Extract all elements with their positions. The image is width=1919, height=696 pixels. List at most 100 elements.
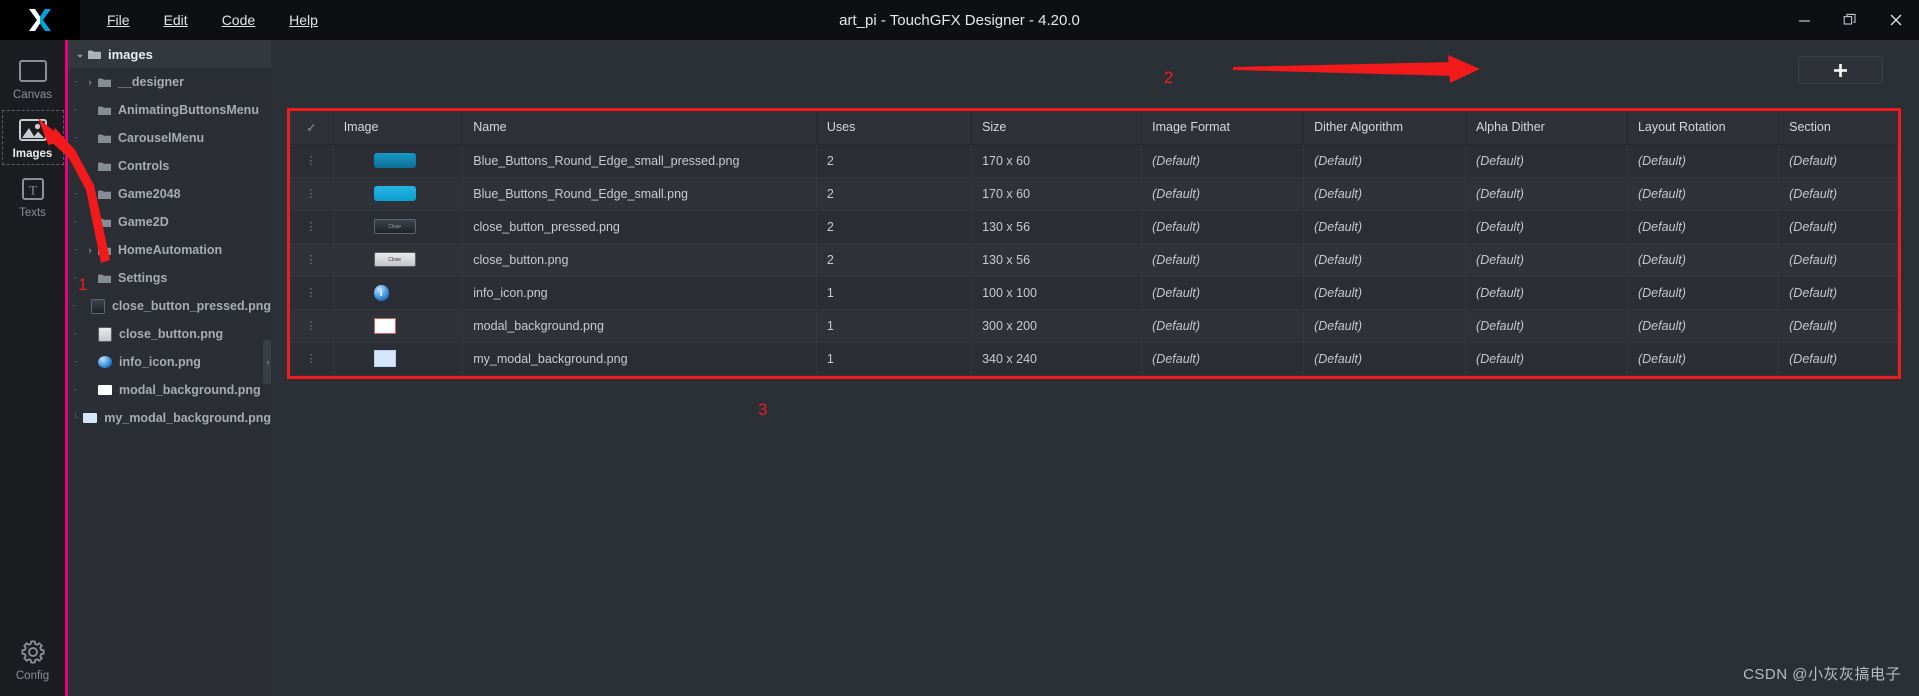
row-name: my_modal_background.png xyxy=(462,342,817,376)
tree-row-root-images[interactable]: ⌄ images xyxy=(68,40,271,68)
panel-splitter[interactable]: ‹ xyxy=(263,40,271,696)
rail-item-images[interactable]: Images xyxy=(1,110,64,165)
minimize-button[interactable] xyxy=(1781,0,1827,40)
row-uses: 1 xyxy=(816,276,973,310)
tree-row-my-modal-background[interactable]: └ my_modal_background.png xyxy=(68,404,271,432)
menu-code[interactable]: Code xyxy=(205,0,272,40)
rail-item-canvas[interactable]: Canvas xyxy=(3,52,63,105)
chevron-down-icon[interactable]: ⌄ xyxy=(72,49,88,60)
row-drag-handle[interactable]: ⋮ xyxy=(290,276,334,310)
tree-row-info-icon[interactable]: ╴ info_icon.png xyxy=(68,348,271,376)
tree-row-homeautomation[interactable]: ╴ › HomeAutomation xyxy=(68,236,271,264)
row-section[interactable]: (Default) xyxy=(1778,276,1898,310)
row-image-format[interactable]: (Default) xyxy=(1141,276,1305,310)
rail-item-texts[interactable]: T Texts xyxy=(3,170,63,223)
tree-row-controls[interactable]: ╴ Controls xyxy=(68,152,271,180)
maximize-button[interactable] xyxy=(1827,0,1873,40)
header-image-format[interactable]: Image Format xyxy=(1141,111,1305,145)
tree-row-modal-background[interactable]: ╴ modal_background.png xyxy=(68,376,271,404)
row-layout-rotation[interactable]: (Default) xyxy=(1627,210,1780,244)
rail-item-config[interactable]: Config xyxy=(0,633,65,692)
tree-label-close-button-pressed: close_button_pressed.png xyxy=(111,299,271,313)
header-name[interactable]: Name xyxy=(462,111,817,145)
menu-help[interactable]: Help xyxy=(272,0,335,40)
row-dither-algorithm[interactable]: (Default) xyxy=(1303,342,1467,376)
header-select-all-checkbox[interactable]: ✓ xyxy=(290,111,334,145)
table-row[interactable]: ⋮ i info_icon.png 1 100 x 100 (Default) … xyxy=(290,276,1898,310)
row-alpha-dither[interactable]: (Default) xyxy=(1465,243,1628,277)
row-image-format[interactable]: (Default) xyxy=(1141,144,1305,178)
menu-file[interactable]: File xyxy=(90,0,147,40)
row-image-format[interactable]: (Default) xyxy=(1141,177,1305,211)
row-layout-rotation[interactable]: (Default) xyxy=(1627,276,1780,310)
header-alpha-dither[interactable]: Alpha Dither xyxy=(1465,111,1628,145)
row-section[interactable]: (Default) xyxy=(1778,144,1898,178)
tree-row-game2d[interactable]: ╴ Game2D xyxy=(68,208,271,236)
row-dither-algorithm[interactable]: (Default) xyxy=(1303,210,1467,244)
header-layout-rotation[interactable]: Layout Rotation xyxy=(1627,111,1780,145)
splitter-collapse-handle[interactable]: ‹ xyxy=(263,340,271,384)
row-thumbnail: Close xyxy=(333,243,464,277)
row-layout-rotation[interactable]: (Default) xyxy=(1627,342,1780,376)
row-layout-rotation[interactable]: (Default) xyxy=(1627,243,1780,277)
chevron-right-icon[interactable]: › xyxy=(82,245,98,255)
row-image-format[interactable]: (Default) xyxy=(1141,309,1305,343)
row-layout-rotation[interactable]: (Default) xyxy=(1627,144,1780,178)
table-row[interactable]: ⋮ Close close_button.png 2 130 x 56 (Def… xyxy=(290,243,1898,277)
tree-row-game2048[interactable]: ╴ Game2048 xyxy=(68,180,271,208)
table-row[interactable]: ⋮ modal_background.png 1 300 x 200 (Defa… xyxy=(290,309,1898,343)
row-alpha-dither[interactable]: (Default) xyxy=(1465,144,1628,178)
row-drag-handle[interactable]: ⋮ xyxy=(290,342,334,376)
row-image-format[interactable]: (Default) xyxy=(1141,342,1305,376)
row-layout-rotation[interactable]: (Default) xyxy=(1627,177,1780,211)
tree-row-close-button-pressed[interactable]: ╴ close_button_pressed.png xyxy=(68,292,271,320)
header-size[interactable]: Size xyxy=(971,111,1143,145)
thumbnail-my-modal-background xyxy=(83,413,98,423)
folder-icon xyxy=(98,162,111,171)
row-section[interactable]: (Default) xyxy=(1778,243,1898,277)
tree-row-close-button[interactable]: ╴ close_button.png xyxy=(68,320,271,348)
folder-icon xyxy=(88,50,101,59)
tree-row-carouselmenu[interactable]: ╴ CarouselMenu xyxy=(68,124,271,152)
row-name: close_button.png xyxy=(462,243,817,277)
row-alpha-dither[interactable]: (Default) xyxy=(1465,276,1628,310)
row-dither-algorithm[interactable]: (Default) xyxy=(1303,309,1467,343)
header-dither-algorithm[interactable]: Dither Algorithm xyxy=(1303,111,1467,145)
row-section[interactable]: (Default) xyxy=(1778,309,1898,343)
row-dither-algorithm[interactable]: (Default) xyxy=(1303,177,1467,211)
row-image-format[interactable]: (Default) xyxy=(1141,243,1305,277)
table-row[interactable]: ⋮ Blue_Buttons_Round_Edge_small_pressed.… xyxy=(290,144,1898,178)
add-image-button[interactable] xyxy=(1798,56,1883,84)
row-dither-algorithm[interactable]: (Default) xyxy=(1303,276,1467,310)
row-drag-handle[interactable]: ⋮ xyxy=(290,177,334,211)
row-drag-handle[interactable]: ⋮ xyxy=(290,144,334,178)
row-section[interactable]: (Default) xyxy=(1778,177,1898,211)
row-layout-rotation[interactable]: (Default) xyxy=(1627,309,1780,343)
header-image[interactable]: Image xyxy=(333,111,464,145)
tree-row-settings[interactable]: ╴ Settings xyxy=(68,264,271,292)
tree-row-__designer[interactable]: ╴ › __designer xyxy=(68,68,271,96)
row-drag-handle[interactable]: ⋮ xyxy=(290,210,334,244)
row-alpha-dither[interactable]: (Default) xyxy=(1465,177,1628,211)
tree-row-animatingbuttonsmenu[interactable]: ╴ AnimatingButtonsMenu xyxy=(68,96,271,124)
row-section[interactable]: (Default) xyxy=(1778,210,1898,244)
row-dither-algorithm[interactable]: (Default) xyxy=(1303,144,1467,178)
row-alpha-dither[interactable]: (Default) xyxy=(1465,309,1628,343)
row-image-format[interactable]: (Default) xyxy=(1141,210,1305,244)
row-alpha-dither[interactable]: (Default) xyxy=(1465,342,1628,376)
rail-config-inner[interactable]: Config xyxy=(3,633,63,686)
row-section[interactable]: (Default) xyxy=(1778,342,1898,376)
table-row[interactable]: ⋮ Close close_button_pressed.png 2 130 x… xyxy=(290,210,1898,244)
row-alpha-dither[interactable]: (Default) xyxy=(1465,210,1628,244)
header-uses[interactable]: Uses xyxy=(816,111,973,145)
row-dither-algorithm[interactable]: (Default) xyxy=(1303,243,1467,277)
header-section[interactable]: Section xyxy=(1778,111,1898,145)
row-drag-handle[interactable]: ⋮ xyxy=(290,243,334,277)
chevron-right-icon[interactable]: › xyxy=(82,77,98,87)
table-row[interactable]: ⋮ Blue_Buttons_Round_Edge_small.png 2 17… xyxy=(290,177,1898,211)
table-row[interactable]: ⋮ my_modal_background.png 1 340 x 240 (D… xyxy=(290,342,1898,376)
app-body: Canvas Images T Texts Config ⌄ images ╴ … xyxy=(0,40,1919,696)
close-button[interactable] xyxy=(1873,0,1919,40)
menu-edit[interactable]: Edit xyxy=(147,0,205,40)
row-drag-handle[interactable]: ⋮ xyxy=(290,309,334,343)
